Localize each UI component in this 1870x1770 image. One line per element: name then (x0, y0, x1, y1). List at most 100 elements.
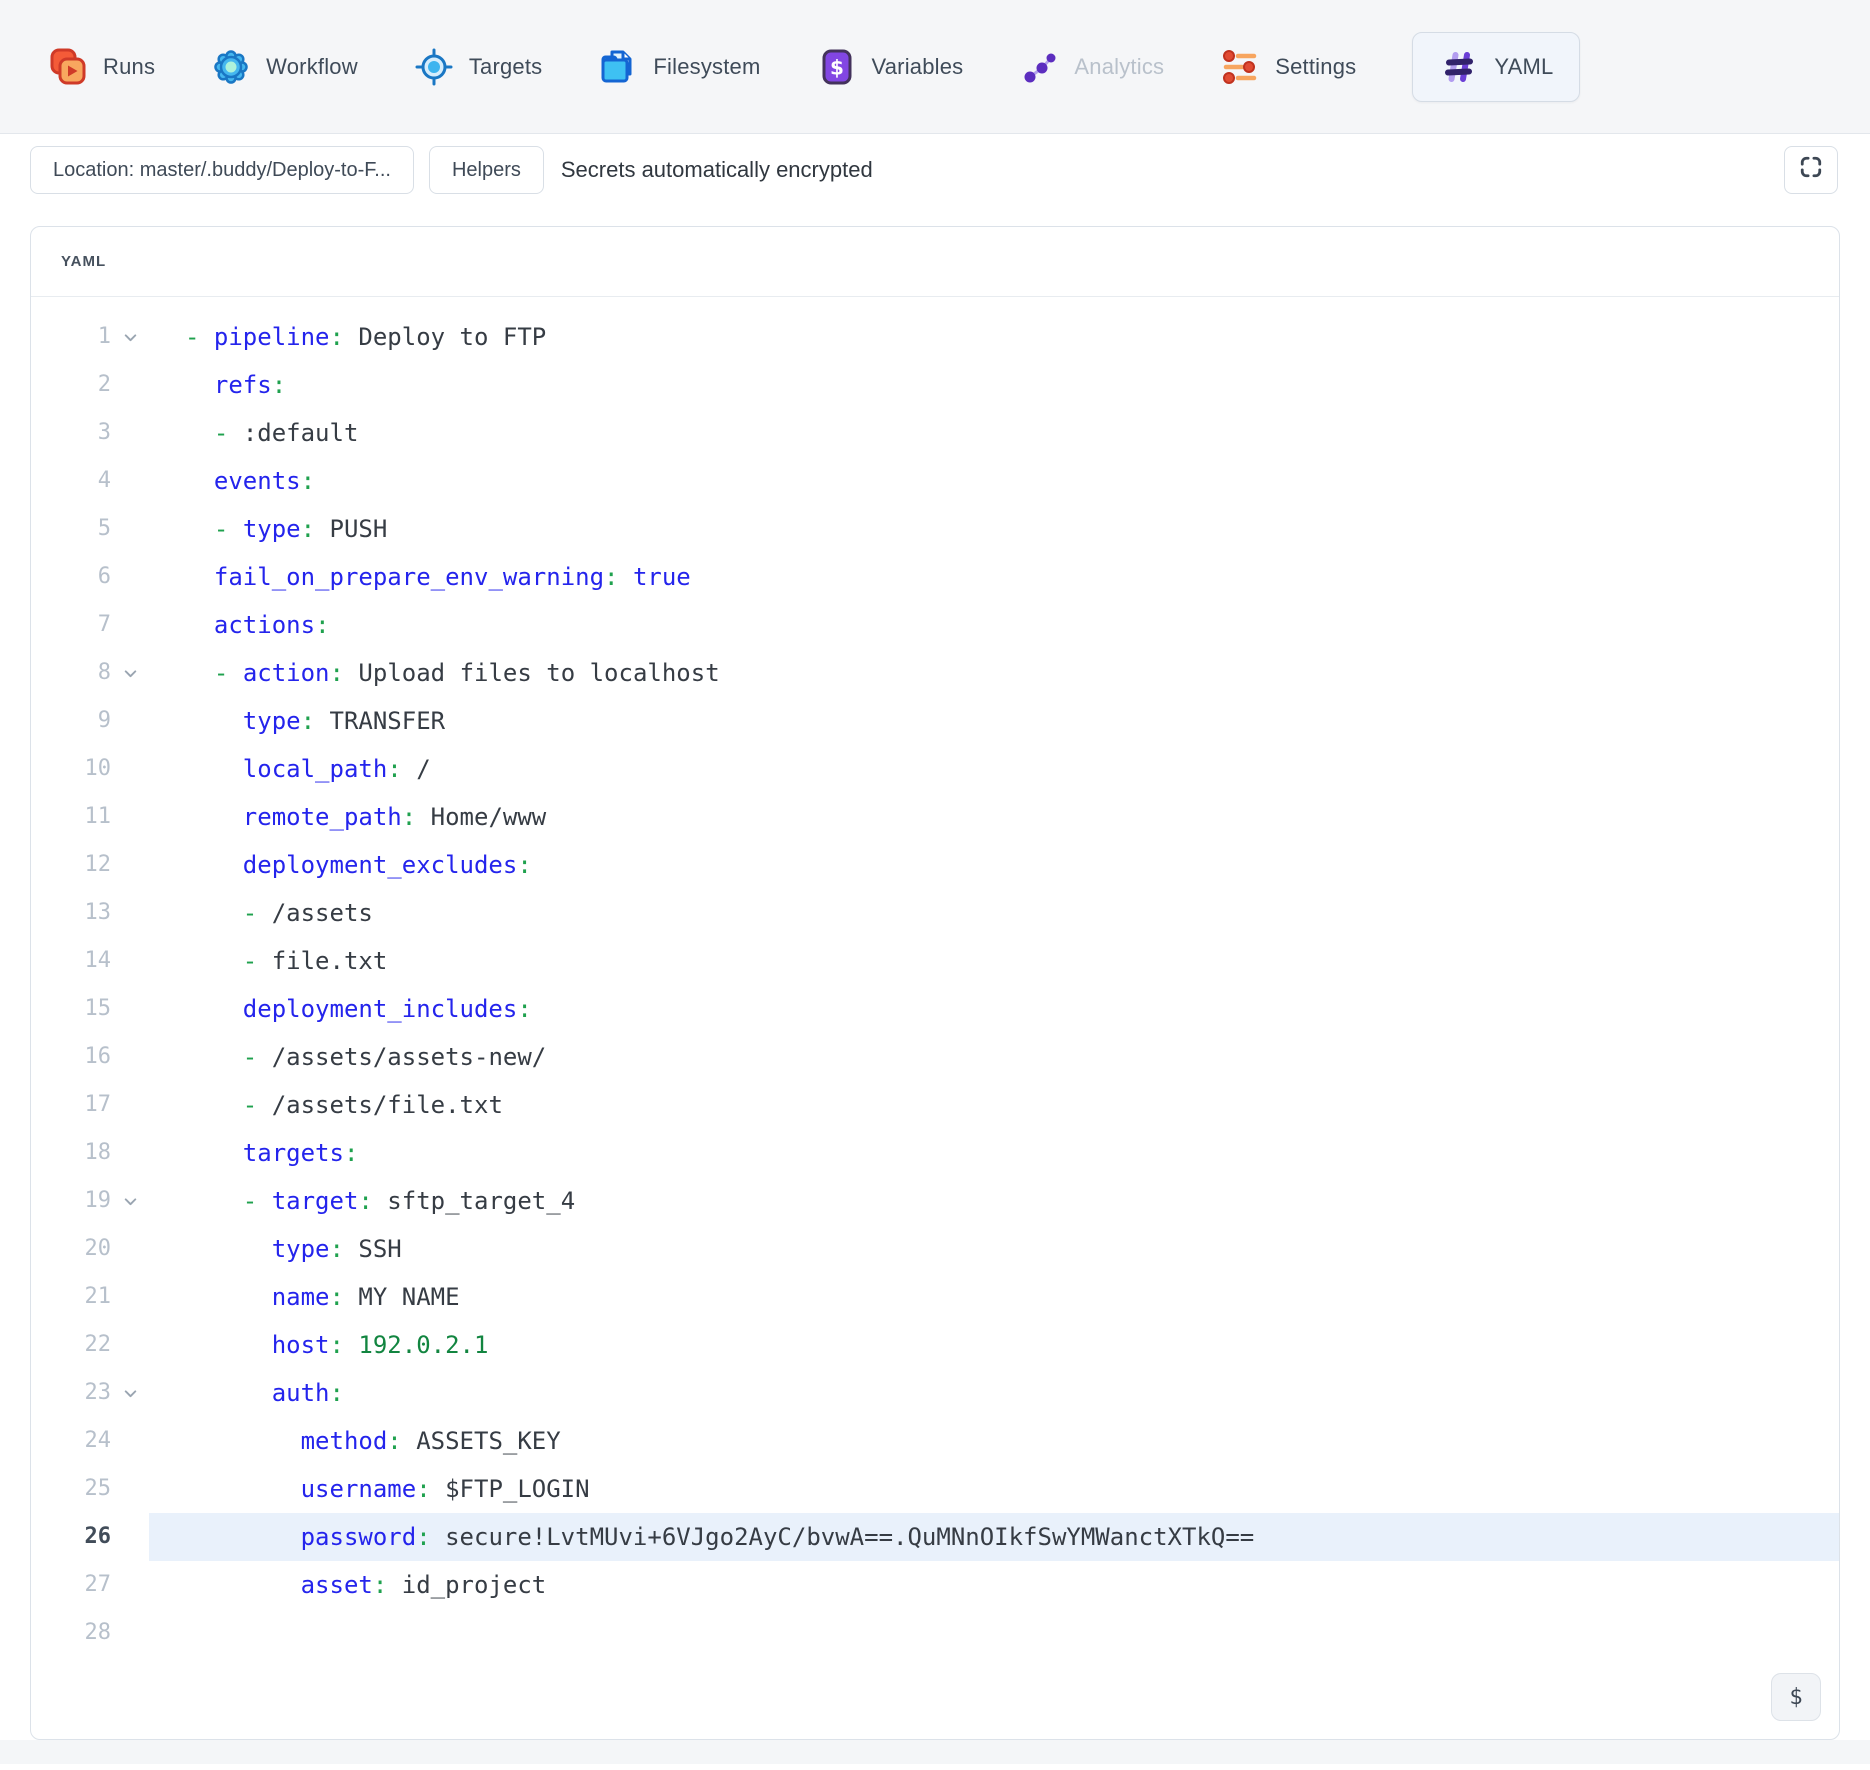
filesystem-icon (598, 47, 638, 87)
code-line-28[interactable]: 28 (31, 1609, 1839, 1657)
code-text: password: secure!LvtMUvi+6VJgo2AyC/bvwA=… (149, 1513, 1839, 1561)
nav-item-runs[interactable]: Runs (48, 47, 155, 87)
code-line-11[interactable]: 11 remote_path: Home/www (31, 793, 1839, 841)
line-number: 19 (31, 1177, 111, 1225)
code-line-19[interactable]: 19 - target: sftp_target_4 (31, 1177, 1839, 1225)
line-number: 17 (31, 1081, 111, 1129)
nav-item-label: Settings (1275, 54, 1356, 80)
nav-item-variables[interactable]: $ Variables (817, 47, 964, 87)
code-line-5[interactable]: 5 - type: PUSH (31, 505, 1839, 553)
insert-variable-button[interactable]: $ (1771, 1673, 1821, 1721)
fold-chevron-icon[interactable] (111, 1177, 149, 1225)
line-number: 27 (31, 1561, 111, 1609)
code-line-10[interactable]: 10 local_path: / (31, 745, 1839, 793)
helpers-button[interactable]: Helpers (429, 146, 544, 194)
secrets-status-text: Secrets automatically encrypted (561, 157, 873, 183)
code-line-1[interactable]: 1 - pipeline: Deploy to FTP (31, 313, 1839, 361)
code-line-6[interactable]: 6 fail_on_prepare_env_warning: true (31, 553, 1839, 601)
fold-chevron-icon[interactable] (111, 649, 149, 697)
code-text: refs: (149, 361, 1839, 409)
code-line-21[interactable]: 21 name: MY NAME (31, 1273, 1839, 1321)
code-line-17[interactable]: 17 - /assets/file.txt (31, 1081, 1839, 1129)
code-text (149, 1609, 1839, 1657)
code-text: - file.txt (149, 937, 1839, 985)
line-number: 22 (31, 1321, 111, 1369)
nav-item-targets[interactable]: Targets (414, 47, 543, 87)
code-text: type: TRANSFER (149, 697, 1839, 745)
code-text: - pipeline: Deploy to FTP (149, 313, 1839, 361)
code-text: asset: id_project (149, 1561, 1839, 1609)
workflow-icon (211, 47, 251, 87)
code-text: method: ASSETS_KEY (149, 1417, 1839, 1465)
fold-spacer (111, 553, 149, 601)
analytics-icon (1019, 47, 1059, 87)
code-text: - /assets (149, 889, 1839, 937)
code-text: type: SSH (149, 1225, 1839, 1273)
editor-toolbar: Location: master/.buddy/Deploy-to-F... H… (0, 134, 1870, 194)
runs-icon (48, 47, 88, 87)
line-number: 5 (31, 505, 111, 553)
fold-spacer (111, 841, 149, 889)
code-text: fail_on_prepare_env_warning: true (149, 553, 1839, 601)
code-line-4[interactable]: 4 events: (31, 457, 1839, 505)
nav-item-label: Filesystem (653, 54, 760, 80)
code-line-27[interactable]: 27 asset: id_project (31, 1561, 1839, 1609)
line-number: 1 (31, 313, 111, 361)
yaml-code-editor[interactable]: 1 - pipeline: Deploy to FTP2 refs:3 - :de… (31, 297, 1839, 1739)
code-line-25[interactable]: 25 username: $FTP_LOGIN (31, 1465, 1839, 1513)
code-text: - /assets/assets-new/ (149, 1033, 1839, 1081)
fold-chevron-icon[interactable] (111, 313, 149, 361)
nav-item-settings[interactable]: Settings (1220, 47, 1356, 87)
line-number: 6 (31, 553, 111, 601)
fold-spacer (111, 889, 149, 937)
code-text: - :default (149, 409, 1839, 457)
code-line-22[interactable]: 22 host: 192.0.2.1 (31, 1321, 1839, 1369)
line-number: 9 (31, 697, 111, 745)
svg-text:$: $ (830, 55, 844, 79)
code-line-23[interactable]: 23 auth: (31, 1369, 1839, 1417)
line-number: 7 (31, 601, 111, 649)
line-number: 18 (31, 1129, 111, 1177)
fullscreen-button[interactable] (1784, 146, 1838, 194)
nav-item-analytics[interactable]: Analytics (1019, 47, 1164, 87)
code-line-18[interactable]: 18 targets: (31, 1129, 1839, 1177)
line-number: 3 (31, 409, 111, 457)
fold-spacer (111, 985, 149, 1033)
code-line-3[interactable]: 3 - :default (31, 409, 1839, 457)
nav-item-yaml[interactable]: YAML (1412, 32, 1580, 102)
code-line-12[interactable]: 12 deployment_excludes: (31, 841, 1839, 889)
fold-spacer (111, 1561, 149, 1609)
fold-spacer (111, 1465, 149, 1513)
code-line-8[interactable]: 8 - action: Upload files to localhost (31, 649, 1839, 697)
code-line-16[interactable]: 16 - /assets/assets-new/ (31, 1033, 1839, 1081)
code-line-13[interactable]: 13 - /assets (31, 889, 1839, 937)
fold-spacer (111, 1081, 149, 1129)
nav-item-workflow[interactable]: Workflow (211, 47, 358, 87)
line-number: 14 (31, 937, 111, 985)
fold-spacer (111, 457, 149, 505)
code-line-14[interactable]: 14 - file.txt (31, 937, 1839, 985)
fold-spacer (111, 1129, 149, 1177)
code-line-2[interactable]: 2 refs: (31, 361, 1839, 409)
code-text: username: $FTP_LOGIN (149, 1465, 1839, 1513)
page-bottom-strip (0, 1740, 1870, 1764)
code-text: - type: PUSH (149, 505, 1839, 553)
code-text: host: 192.0.2.1 (149, 1321, 1839, 1369)
fold-chevron-icon[interactable] (111, 1369, 149, 1417)
code-line-24[interactable]: 24 method: ASSETS_KEY (31, 1417, 1839, 1465)
fold-spacer (111, 1033, 149, 1081)
fold-spacer (111, 409, 149, 457)
fold-spacer (111, 601, 149, 649)
fold-spacer (111, 1273, 149, 1321)
code-line-7[interactable]: 7 actions: (31, 601, 1839, 649)
line-number: 24 (31, 1417, 111, 1465)
location-button[interactable]: Location: master/.buddy/Deploy-to-F... (30, 146, 414, 194)
nav-item-filesystem[interactable]: Filesystem (598, 47, 760, 87)
code-text: auth: (149, 1369, 1839, 1417)
code-line-20[interactable]: 20 type: SSH (31, 1225, 1839, 1273)
code-line-9[interactable]: 9 type: TRANSFER (31, 697, 1839, 745)
code-line-15[interactable]: 15 deployment_includes: (31, 985, 1839, 1033)
line-number: 4 (31, 457, 111, 505)
fold-spacer (111, 937, 149, 985)
code-line-26[interactable]: 26 password: secure!LvtMUvi+6VJgo2AyC/bv… (31, 1513, 1839, 1561)
